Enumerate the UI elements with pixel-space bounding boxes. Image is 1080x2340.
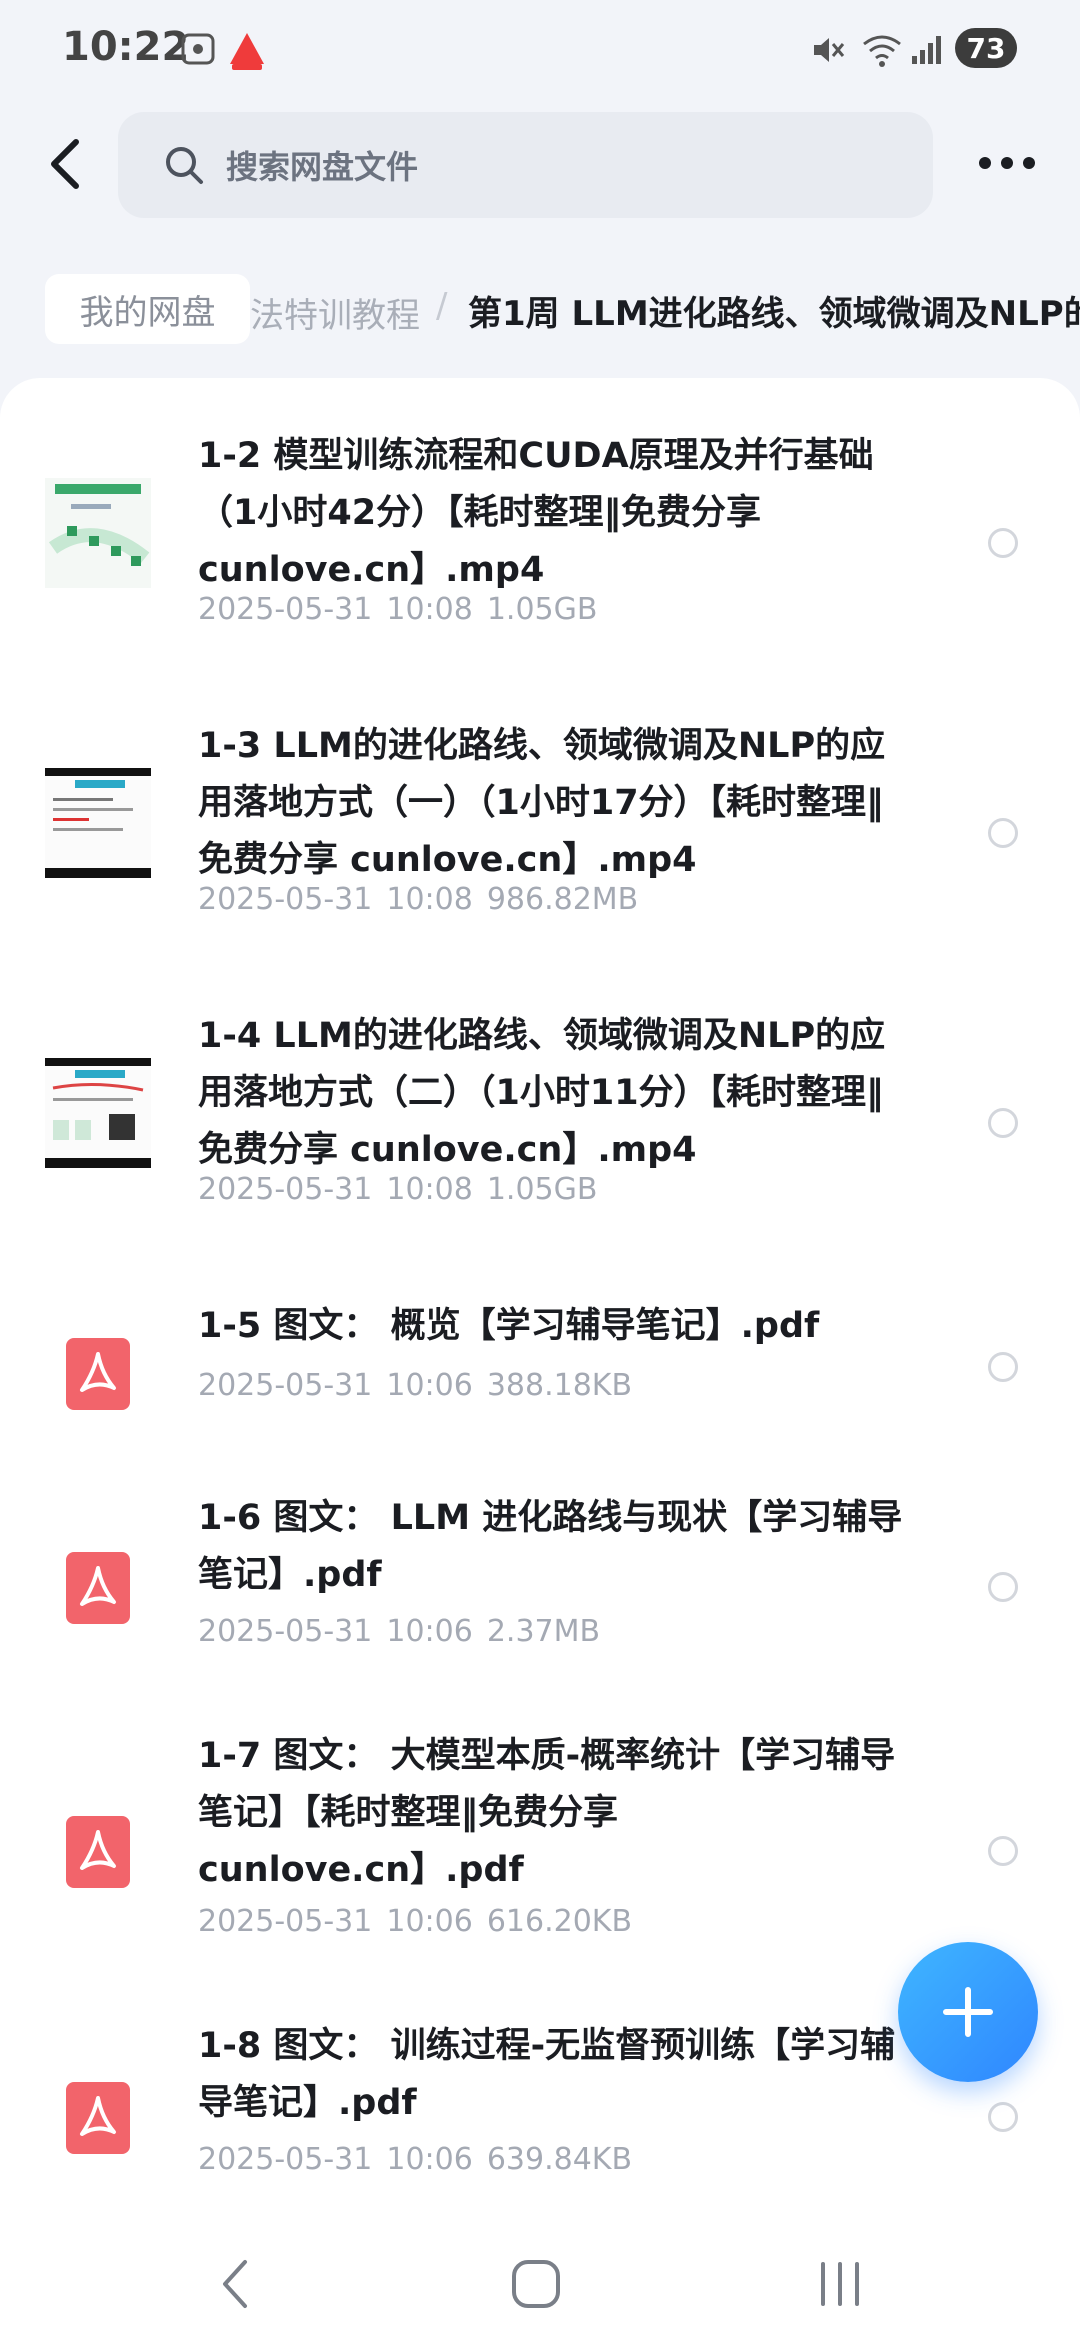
back-icon[interactable] <box>40 134 96 194</box>
list-item[interactable]: 1-5 图文： 概览【学习辅导笔记】.pdf 2025-05-31 10:06 38… <box>0 1298 1080 1426</box>
list-item[interactable]: 1-4 LLM的进化路线、领域微调及NLP的应用落地方式（二）（1小时11分）【… <box>0 1008 1080 1250</box>
pdf-file-icon <box>66 1816 130 1888</box>
file-title: 1-2 模型训练流程和CUDA原理及并行基础（1小时42分）【耗时整理‖免费分享… <box>198 436 874 590</box>
wifi-icon <box>863 35 901 67</box>
nav-recent-apps-icon[interactable] <box>815 2256 865 2312</box>
search-icon <box>166 147 203 184</box>
select-radio[interactable] <box>988 528 1018 558</box>
select-radio[interactable] <box>988 1352 1018 1382</box>
file-title: 1-3 LLM的进化路线、领域微调及NLP的应用落地方式（一）（1小时17分）【… <box>198 726 886 880</box>
file-date: 2025-05-31 <box>198 1904 373 1939</box>
add-button[interactable] <box>898 1942 1038 2082</box>
file-size: 1.05GB <box>486 592 598 627</box>
select-radio[interactable] <box>988 818 1018 848</box>
file-time: 10:08 <box>386 592 473 627</box>
list-item[interactable]: 1-3 LLM的进化路线、领域微调及NLP的应用落地方式（一）（1小时17分）【… <box>0 718 1080 960</box>
file-list: 1-2 模型训练流程和CUDA原理及并行基础（1小时42分）【耗时整理‖免费分享… <box>0 378 1080 2228</box>
pdf-file-icon <box>66 1552 130 1624</box>
video-thumbnail <box>45 478 151 588</box>
file-meta: 2025-05-31 10:06 2.37MB <box>198 1614 614 1649</box>
file-meta: 2025-05-31 10:06 388.18KB <box>198 1368 646 1403</box>
file-title: 1-6 图文： LLM 进化路线与现状【学习辅导笔记】.pdf <box>198 1498 903 1595</box>
file-meta: 2025-05-31 10:08 1.05GB <box>198 592 611 627</box>
breadcrumb: 我的网盘 法特训教程 / 第1周 LLM进化路线、领域微调及NLP的应用落地方式 <box>0 270 1080 350</box>
nav-home-icon[interactable] <box>510 2258 562 2310</box>
search-input[interactable]: 搜索网盘文件 <box>118 112 933 218</box>
file-title: 1-5 图文： 概览【学习辅导笔记】.pdf <box>198 1306 820 1346</box>
file-size: 616.20KB <box>486 1904 633 1939</box>
pdf-file-icon <box>66 1338 130 1410</box>
more-options-icon[interactable] <box>975 148 1039 178</box>
plus-icon <box>943 1987 993 2037</box>
file-size: 986.82MB <box>486 882 639 917</box>
nav-back-icon[interactable] <box>215 2256 255 2312</box>
file-time: 10:08 <box>386 1172 473 1207</box>
file-time: 10:08 <box>386 882 473 917</box>
select-radio[interactable] <box>988 1108 1018 1138</box>
file-meta: 2025-05-31 10:08 986.82MB <box>198 882 652 917</box>
mute-icon <box>814 38 845 62</box>
video-thumbnail <box>45 1058 151 1168</box>
file-date: 2025-05-31 <box>198 882 373 917</box>
list-item[interactable]: 1-2 模型训练流程和CUDA原理及并行基础（1小时42分）【耗时整理‖免费分享… <box>0 428 1080 670</box>
file-time: 10:06 <box>386 1368 473 1403</box>
file-meta: 2025-05-31 10:08 1.05GB <box>198 1172 611 1207</box>
file-title: 1-7 图文： 大模型本质-概率统计【学习辅导笔记】【耗时整理‖免费分享 cun… <box>198 1736 896 1890</box>
search-placeholder: 搜索网盘文件 <box>226 148 419 186</box>
video-thumbnail <box>45 768 151 878</box>
list-item[interactable]: 1-7 图文： 大模型本质-概率统计【学习辅导笔记】【耗时整理‖免费分享 cun… <box>0 1728 1080 1970</box>
file-time: 10:06 <box>386 1614 473 1649</box>
file-meta: 2025-05-31 10:06 639.84KB <box>198 2142 646 2177</box>
status-time: 10:22 <box>62 24 190 70</box>
file-meta: 2025-05-31 10:06 616.20KB <box>198 1904 646 1939</box>
file-size: 1.05GB <box>486 1172 598 1207</box>
file-time: 10:06 <box>386 1904 473 1939</box>
select-radio[interactable] <box>988 1572 1018 1602</box>
breadcrumb-separator: / <box>436 286 448 326</box>
top-bar: 搜索网盘文件 <box>0 110 1080 220</box>
breadcrumb-home[interactable]: 我的网盘 <box>45 274 250 344</box>
file-date: 2025-05-31 <box>198 2142 373 2177</box>
pdf-file-icon <box>66 2082 130 2154</box>
app-notification-icon <box>230 33 264 70</box>
file-date: 2025-05-31 <box>198 592 373 627</box>
file-title: 1-8 图文： 训练过程-无监督预训练【学习辅导笔记】.pdf <box>198 2026 896 2123</box>
file-size: 639.84KB <box>486 2142 633 2177</box>
system-nav-bar <box>0 2228 1080 2340</box>
file-time: 10:06 <box>386 2142 473 2177</box>
select-radio[interactable] <box>988 2102 1018 2132</box>
battery-indicator: 73 <box>955 28 1017 68</box>
select-radio[interactable] <box>988 1836 1018 1866</box>
breadcrumb-current: 第1周 LLM进化路线、领域微调及NLP的应用落地方式 <box>468 294 1080 334</box>
signal-icon <box>912 36 941 64</box>
file-date: 2025-05-31 <box>198 1614 373 1649</box>
file-size: 388.18KB <box>486 1368 633 1403</box>
file-date: 2025-05-31 <box>198 1368 373 1403</box>
status-bar: 10:22 73 <box>0 0 1080 100</box>
screenshot-icon <box>181 33 215 65</box>
breadcrumb-parent[interactable]: 法特训教程 <box>250 288 420 337</box>
list-item[interactable]: 1-6 图文： LLM 进化路线与现状【学习辅导笔记】.pdf 2025-05-… <box>0 1490 1080 1674</box>
file-title: 1-4 LLM的进化路线、领域微调及NLP的应用落地方式（二）（1小时11分）【… <box>198 1016 886 1170</box>
file-date: 2025-05-31 <box>198 1172 373 1207</box>
file-size: 2.37MB <box>486 1614 601 1649</box>
